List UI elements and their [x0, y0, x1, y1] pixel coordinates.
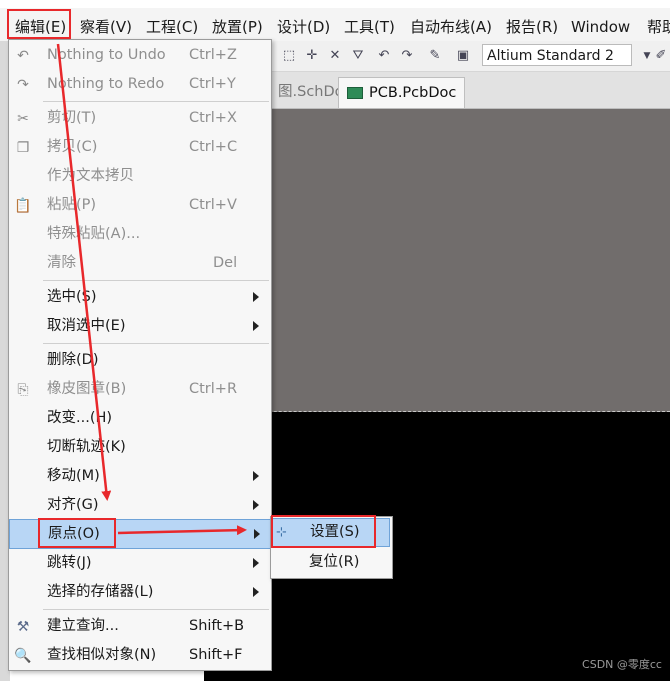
- annotation-arrows: [56, 43, 247, 536]
- arrow-origin-to-set: [117, 525, 247, 536]
- arrow-edit-to-origin: [56, 43, 112, 501]
